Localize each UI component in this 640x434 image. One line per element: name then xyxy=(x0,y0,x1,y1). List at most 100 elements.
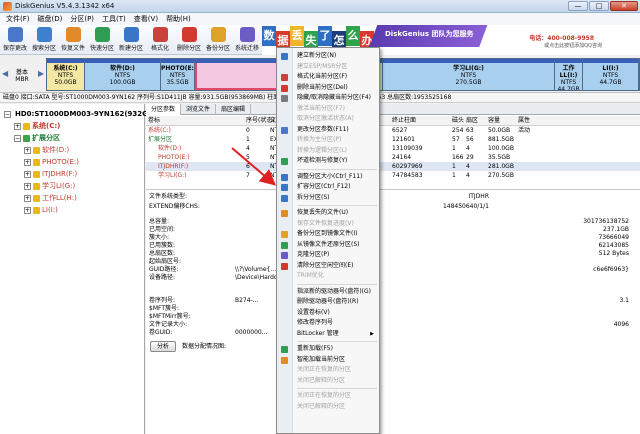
param-label: 总扇区数: xyxy=(149,250,176,257)
tab-2[interactable]: 扇区编辑 xyxy=(216,104,252,115)
table-row[interactable]: ITJDHR(F:)6NTFS0724165146029796914281.0G… xyxy=(146,162,640,171)
toolbar-button[interactable]: 新建分区 xyxy=(118,27,144,52)
tree-item[interactable]: + LI(I:) xyxy=(2,204,142,216)
context-menu-item[interactable]: 设置卷标(V) xyxy=(277,308,379,319)
context-menu-item[interactable]: 调整分区大小(Ctrl_F11) xyxy=(277,172,379,183)
column-header[interactable]: 容量 xyxy=(488,116,500,126)
toolbar-button[interactable]: 保存更改 xyxy=(2,27,28,52)
menu-item[interactable]: 分区(P) xyxy=(66,14,98,24)
context-menu-item[interactable]: 扩容分区(Ctrl_F12) xyxy=(277,182,379,193)
param-row: 卷序列号: B274-... 3.1 xyxy=(149,297,639,305)
partition-block[interactable]: 系统(C:) NTFS 50.0GB xyxy=(47,59,85,90)
context-menu-item[interactable]: 坏道检测与修复(Y) xyxy=(277,156,379,167)
tree-item[interactable]: + 学习LI(G:) xyxy=(2,180,142,192)
context-menu-item[interactable]: 备份分区到镜像文件(I) xyxy=(277,229,379,240)
param-row: 设备路径: \Device\HarddiskVolume6 xyxy=(149,274,639,282)
column-header[interactable]: 扇区 xyxy=(466,116,478,126)
analyze-button[interactable]: 分析 xyxy=(150,341,176,352)
context-menu-item[interactable]: 删除驱动器号(盘符)(R) xyxy=(277,297,379,308)
table-cell: 7 xyxy=(246,172,250,179)
partition-block[interactable]: 软件(D:) NTFS 100.0GB xyxy=(85,59,161,90)
tree-item[interactable]: − HD0:ST1000DM003-9YN162(932GB) xyxy=(2,108,156,120)
partition-block[interactable]: 工作LL(I:) NTFS 44.7GB xyxy=(555,59,583,90)
table-cell: 6527 xyxy=(392,127,408,134)
close-button[interactable]: ✕ xyxy=(610,1,638,11)
expand-toggle-icon[interactable]: + xyxy=(24,206,31,214)
table-cell: 166 xyxy=(452,154,464,161)
toolbar-button[interactable]: 快速分区 xyxy=(89,27,115,52)
menu-item[interactable]: 工具(T) xyxy=(98,14,130,24)
partition-block[interactable]: LI(I:) NTFS 44.7GB xyxy=(583,59,639,90)
context-menu-item[interactable]: BitLocker 管理 xyxy=(277,329,379,340)
expand-toggle-icon[interactable]: + xyxy=(24,170,31,178)
menu-item[interactable]: 帮助(H) xyxy=(162,14,195,24)
toolbar-button[interactable]: 系统迁移 xyxy=(234,27,260,52)
table-row[interactable]: 软件(D:)4NTFS076528141310903914100.0GB xyxy=(146,144,640,153)
menu-item-label: 指派新的驱动器号(盘符)(G) xyxy=(297,287,372,295)
toolbar-button[interactable]: 恢复文件 xyxy=(60,27,86,52)
menu-item-label: 更改分区参数(F11) xyxy=(297,125,349,133)
qq-link[interactable]: 或点击此按钮添加QQ咨询 xyxy=(544,42,602,49)
table-row[interactable]: PHOTO(E:)5NTFS071958314241641662935.5GB xyxy=(146,153,640,162)
expand-toggle-icon[interactable]: + xyxy=(24,182,31,190)
table-row[interactable]: 学习LI(G:)7NTFS0760958147478458314270.5GB xyxy=(146,171,640,180)
context-menu-item[interactable]: 恢复丢失的文件(U) xyxy=(277,208,379,219)
table-cell: 254 xyxy=(452,127,464,134)
partition-block[interactable]: 学习LI(G:) NTFS 270.5GB xyxy=(383,59,555,90)
menu-item[interactable]: 文件(F) xyxy=(2,14,34,24)
table-cell: ITJDHR(F:) xyxy=(158,163,189,170)
menu-item[interactable]: 磁盘(D) xyxy=(34,14,67,24)
context-menu-item[interactable]: 建立新分区(N) xyxy=(277,51,379,62)
table-row[interactable]: 系统(C:)0NTFS070323365272546350.0GB活动 xyxy=(146,126,640,135)
context-menu-item[interactable]: 隐藏/取消隐藏当前分区(F4) xyxy=(277,93,379,104)
context-menu-item[interactable]: 拆分分区(S) xyxy=(277,193,379,204)
param-label: GUID路径: xyxy=(149,266,179,273)
tab-0[interactable]: 分区参数 xyxy=(146,104,182,115)
context-menu-item[interactable]: 智能加载当前分区 xyxy=(277,355,379,366)
toolbar-button[interactable]: 备份分区 xyxy=(205,27,231,52)
expand-toggle-icon[interactable]: − xyxy=(4,110,11,118)
support-phone: 电话：400-008-9958 xyxy=(529,35,594,42)
context-menu-item[interactable]: 修改卷序列号 xyxy=(277,318,379,329)
menu-item-label: 建立ESP/MSR分区 xyxy=(297,62,348,70)
context-menu-item[interactable]: 从镜像文件还原分区(S) xyxy=(277,240,379,251)
context-menu-item[interactable]: 指派新的驱动器号(盘符)(G) xyxy=(277,287,379,298)
banner-char: 数 xyxy=(262,26,276,46)
toolbar-button[interactable]: 搜索分区 xyxy=(31,27,57,52)
expand-toggle-icon[interactable]: + xyxy=(24,146,31,154)
tree-item[interactable]: + PHOTO(E:) xyxy=(2,156,142,168)
expand-toggle-icon[interactable]: + xyxy=(24,158,31,166)
context-menu-item[interactable]: 克隆分区(P) xyxy=(277,250,379,261)
param-row: 总容量: 301736138752 xyxy=(149,218,639,226)
column-header[interactable]: 终止柱面 xyxy=(392,116,416,126)
expand-toggle-icon[interactable]: + xyxy=(24,194,31,202)
maximize-button[interactable]: □ xyxy=(589,1,609,11)
minimize-button[interactable]: — xyxy=(568,1,588,11)
toolbar-button[interactable]: 格式化 xyxy=(147,27,173,52)
tree-item[interactable]: + 系统(C:) xyxy=(2,120,142,132)
context-menu-item[interactable]: 更改分区参数(F11) xyxy=(277,125,379,136)
context-menu-item[interactable]: 重新加载(F5) xyxy=(277,344,379,355)
next-disk-icon[interactable]: ▶ xyxy=(38,69,46,79)
tree-item[interactable]: + 工作LL(H:) xyxy=(2,192,142,204)
context-menu-item[interactable]: 格式化当前分区(F) xyxy=(277,72,379,83)
context-menu-item[interactable]: 清除分区空闲空间(E) xyxy=(277,261,379,272)
table-row[interactable]: 扩展分区1EXTEND0F6527254631216015756881.5GB xyxy=(146,135,640,144)
table-cell: 系统(C:) xyxy=(148,127,171,134)
tab-1[interactable]: 浏览文件 xyxy=(181,104,217,115)
tree-item[interactable]: + ITJDHR(F:) xyxy=(2,168,142,180)
menu-item[interactable]: 查看(V) xyxy=(130,14,162,24)
toolbar-button[interactable]: 删除分区 xyxy=(176,27,202,52)
table-cell: 1 xyxy=(246,136,250,143)
column-header[interactable]: 磁头 xyxy=(452,116,464,126)
expand-toggle-icon[interactable]: + xyxy=(14,122,21,130)
partition-block[interactable]: PHOTO(E:) NTFS 35.5GB xyxy=(161,59,195,90)
menu-item-icon xyxy=(281,84,288,92)
tree-item[interactable]: + 软件(D:) xyxy=(2,144,142,156)
tree-item[interactable]: − 扩展分区 xyxy=(2,132,142,144)
column-header[interactable]: 属性 xyxy=(518,116,530,126)
column-header[interactable]: 卷标 xyxy=(148,116,160,126)
context-menu-item[interactable]: 删除当前分区(Del) xyxy=(277,83,379,94)
expand-toggle-icon[interactable]: − xyxy=(14,134,21,142)
support-ribbon[interactable]: DiskGenius 团队为您服务 xyxy=(369,25,489,47)
